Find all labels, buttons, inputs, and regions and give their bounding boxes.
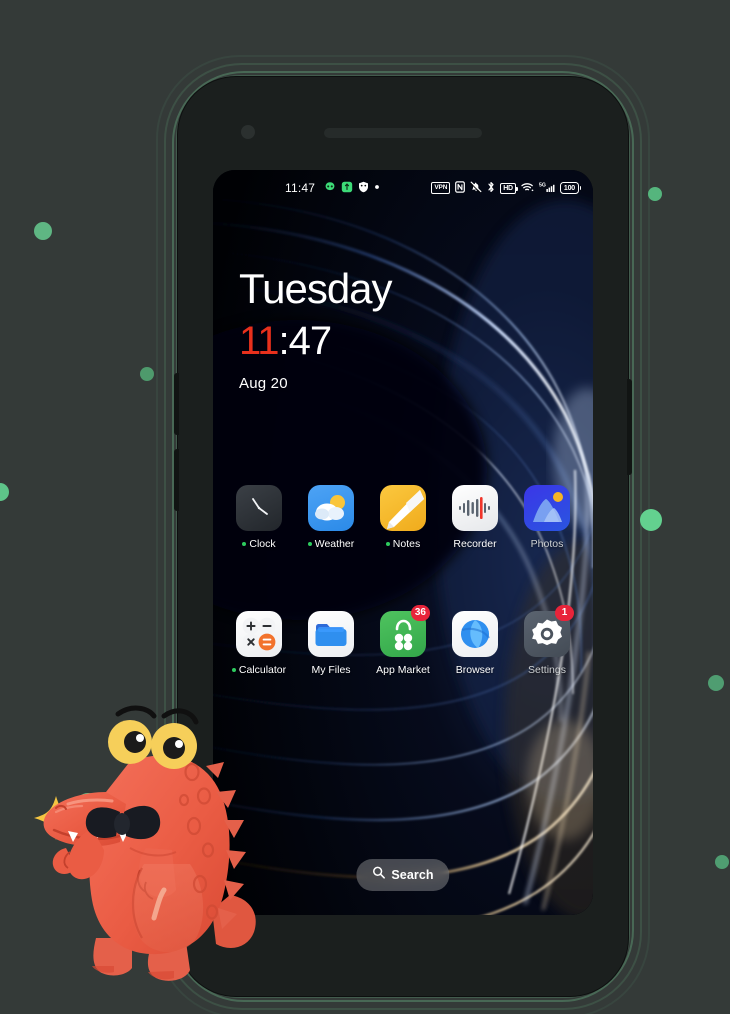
app-notes[interactable]: Notes (371, 485, 435, 550)
app-label: Recorder (453, 538, 496, 550)
app-label-text: App Market (376, 664, 430, 676)
dot-icon (374, 181, 380, 196)
volume-down-button[interactable] (174, 449, 179, 511)
app-label-text: My Files (311, 664, 351, 676)
decor-dot (140, 367, 154, 381)
status-bar-clock: 11:47 (285, 181, 316, 195)
app-photos[interactable]: Photos (515, 485, 579, 550)
clock-date-label: Aug 20 (239, 375, 288, 392)
power-button[interactable] (627, 379, 632, 475)
front-camera-icon (241, 125, 255, 139)
app-label: App Market (376, 664, 430, 676)
app-grid-row-1: Clock Weather Notes Recorder Photos (227, 485, 579, 550)
app-settings[interactable]: 1 Settings (515, 605, 579, 676)
clock-separator: : (278, 319, 290, 363)
browser-app-icon[interactable] (452, 611, 498, 657)
app-label: My Files (311, 664, 350, 676)
app-label: Weather (307, 538, 355, 550)
recorder-app-icon[interactable] (452, 485, 498, 531)
app-label: Calculator (231, 664, 287, 676)
clock-minute: 47 (288, 319, 332, 363)
decor-dot (0, 483, 9, 501)
clock-day-label: Tuesday (239, 265, 393, 312)
search-bar[interactable]: Search (356, 859, 450, 891)
svg-text:5G: 5G (539, 182, 546, 188)
decor-dot (640, 509, 662, 531)
app-label-text: Recorder (453, 538, 497, 550)
app-label-text: Clock (249, 538, 276, 550)
running-indicator-dot (231, 668, 236, 672)
bluetooth-icon (487, 181, 495, 196)
shield-green-icon (341, 181, 353, 196)
wifi-icon (521, 181, 534, 196)
lockscreen-clock-widget: Tuesday 11:47 Aug 20 (239, 265, 393, 393)
screenshot-stage: 11:47 VPN HD 5G 100 Tuesday 11:47 Aug 20… (0, 0, 730, 1014)
face-mask-icon (324, 181, 336, 196)
app-calculator[interactable]: Calculator (227, 611, 291, 676)
app-grid-row-2: Calculator My Files 36 App Market Browse… (227, 605, 579, 676)
volume-up-button[interactable] (174, 373, 179, 435)
running-indicator-dot (242, 542, 247, 546)
app-label-text: Weather (314, 538, 355, 550)
running-indicator-dot (307, 542, 312, 546)
vpn-icon: VPN (431, 182, 451, 194)
app-label-text: Notes (392, 538, 421, 550)
battery-icon: 100 (559, 182, 582, 194)
app-label: Settings (528, 664, 566, 676)
app-label-text: Photos (530, 538, 564, 550)
app-my-files[interactable]: My Files (299, 611, 363, 676)
app-clock[interactable]: Clock (227, 485, 291, 550)
app-app-market[interactable]: 36 App Market (371, 605, 435, 676)
app-label: Browser (456, 664, 495, 676)
app-label-text: Calculator (238, 664, 287, 676)
dinosaur-mascot (34, 700, 284, 990)
running-indicator-dot (385, 542, 390, 546)
notification-badge: 36 (410, 605, 430, 621)
notification-badge: 1 (555, 605, 574, 621)
nfc-icon (455, 180, 466, 196)
signal-5g-icon: 5G (539, 181, 555, 196)
calculator-app-icon[interactable] (236, 611, 282, 657)
app-label: Notes (385, 538, 421, 550)
search-icon (372, 866, 385, 884)
shield-white-icon (358, 181, 369, 196)
app-label: Photos (531, 538, 564, 550)
app-label-text: Settings (528, 664, 566, 676)
clock-hour: 11 (239, 319, 280, 363)
search-label: Search (391, 868, 434, 882)
notes-app-icon[interactable] (380, 485, 426, 531)
appmarket-app-icon[interactable]: 36 (380, 605, 430, 657)
hd-icon: HD (500, 182, 518, 194)
app-label: Clock (242, 538, 276, 550)
clock-time: 11:47 (239, 315, 392, 367)
app-browser[interactable]: Browser (443, 611, 507, 676)
decor-dot (708, 675, 724, 691)
decor-dot (34, 222, 52, 240)
decor-dot (715, 855, 729, 869)
decor-dot (648, 187, 662, 201)
myfiles-app-icon[interactable] (308, 611, 354, 657)
status-bar-right-icons: VPN HD 5G 100 (431, 180, 582, 196)
earpiece-speaker (324, 128, 482, 138)
weather-app-icon[interactable] (308, 485, 354, 531)
status-bar: 11:47 VPN HD 5G 100 (213, 178, 593, 198)
app-weather[interactable]: Weather (299, 485, 363, 550)
clock-app-icon[interactable] (236, 485, 282, 531)
settings-app-icon[interactable]: 1 (524, 605, 574, 657)
photos-app-icon[interactable] (524, 485, 570, 531)
app-label-text: Browser (455, 664, 495, 676)
mute-bell-icon (470, 181, 482, 196)
app-recorder[interactable]: Recorder (443, 485, 507, 550)
status-bar-left-icons (324, 181, 380, 196)
